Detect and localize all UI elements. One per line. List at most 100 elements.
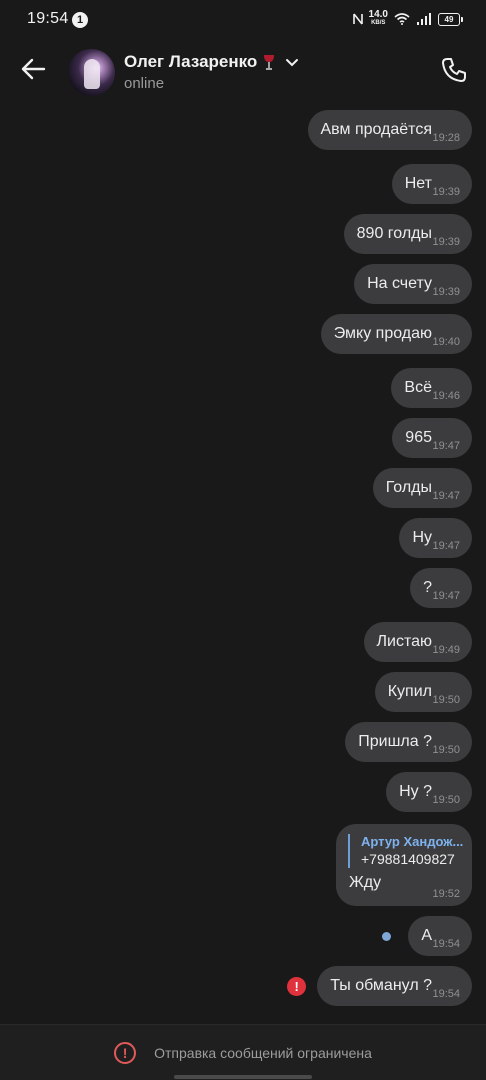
wifi-icon (394, 13, 410, 25)
message-bubble[interactable]: ? 19:47 (410, 568, 472, 608)
message-row-failed[interactable]: ! Ты обманул ? 19:54 (287, 966, 472, 1006)
message-bubble[interactable]: Нет 19:39 (391, 164, 472, 204)
message-bubble[interactable]: Ты обманул ? 19:54 (317, 966, 472, 1006)
avatar[interactable] (68, 49, 115, 96)
message-time: 19:49 (432, 644, 460, 656)
message-row[interactable]: Голды 19:47 (372, 468, 472, 508)
status-icons: 14.0 KB/S 49 (352, 9, 463, 27)
message-text: Ты обманул ? (330, 977, 432, 994)
restriction-bar: ! Отправка сообщений ограничена (0, 1024, 486, 1080)
message-row[interactable]: 890 голды 19:39 (343, 214, 472, 254)
network-speed: 14.0 KB/S (368, 9, 388, 27)
message-time: 19:47 (432, 590, 460, 602)
message-row[interactable]: Нет 19:39 (391, 164, 472, 204)
message-time: 19:39 (432, 286, 460, 298)
contact-name-text: Олег Лазаренко (124, 52, 258, 71)
message-text: Листаю (376, 633, 432, 650)
message-bubble[interactable]: Всё 19:46 (391, 368, 472, 408)
message-text: Всё (404, 379, 432, 396)
message-time: 19:50 (432, 744, 460, 756)
status-time: 19:54 (27, 10, 69, 27)
message-bubble[interactable]: Ну 19:47 (399, 518, 472, 558)
message-row[interactable]: Листаю 19:49 (363, 622, 472, 662)
reply-quote-author: Артур Хандож... (361, 834, 464, 849)
message-bubble[interactable]: Листаю 19:49 (363, 622, 472, 662)
call-button[interactable] (436, 52, 472, 88)
message-time: 19:50 (432, 794, 460, 806)
message-row[interactable]: Пришла ? 19:50 (345, 722, 472, 762)
message-bubble[interactable]: Ну ? 19:50 (386, 772, 472, 812)
chevron-down-icon[interactable] (285, 57, 299, 67)
message-text: На счету (367, 275, 432, 292)
message-text: Пришла ? (358, 733, 432, 750)
message-text: 965 (405, 429, 432, 446)
message-bubble[interactable]: На счету 19:39 (354, 264, 472, 304)
chat-header: Олег Лазаренко online (0, 40, 486, 104)
message-text: ? (423, 579, 432, 596)
message-time: 19:47 (432, 440, 460, 452)
message-text: Ну (412, 529, 432, 546)
message-row[interactable]: ? 19:47 (410, 568, 472, 608)
message-bubble[interactable]: Пришла ? 19:50 (345, 722, 472, 762)
message-time: 19:28 (432, 132, 460, 144)
reply-quote[interactable]: Артур Хандож... +79881409827 (348, 834, 463, 868)
warning-icon: ! (114, 1042, 137, 1064)
message-text: Нет (404, 175, 432, 192)
message-bubble[interactable]: Купил 19:50 (374, 672, 472, 712)
phone-icon (442, 58, 466, 82)
message-row[interactable]: Всё 19:46 (391, 368, 472, 408)
message-bubble[interactable]: 965 19:47 (392, 418, 472, 458)
message-time: 19:40 (432, 336, 460, 348)
message-time: 19:54 (432, 988, 460, 1000)
notification-badge: 1 (72, 12, 88, 28)
message-row[interactable]: Ну 19:47 (399, 518, 472, 558)
unread-indicator (382, 931, 392, 941)
message-time: 19:46 (432, 390, 460, 402)
message-time: 19:47 (432, 540, 460, 552)
send-error-icon[interactable]: ! (287, 976, 307, 996)
reply-message-bubble[interactable]: Артур Хандож... +79881409827 Жду 19:52 (336, 824, 472, 906)
network-speed-value: 14.0 (368, 9, 388, 20)
message-time: 19:39 (432, 186, 460, 198)
message-text: А (421, 927, 432, 944)
message-row[interactable]: Авм продаётся 19:28 (307, 110, 472, 150)
battery-icon: 49 (438, 12, 463, 26)
status-bar: 19:54 1 14.0 KB/S 49 (0, 0, 486, 40)
message-row[interactable]: Купил 19:50 (374, 672, 472, 712)
contact-name[interactable]: Олег Лазаренко (124, 52, 299, 72)
message-row[interactable]: 965 19:47 (392, 418, 472, 458)
message-time: 19:50 (432, 694, 460, 706)
message-row-unread[interactable]: А 19:54 (382, 916, 472, 956)
message-time: 19:54 (432, 938, 460, 950)
message-time: 19:39 (432, 236, 460, 248)
message-text: Авм продаётся (320, 121, 433, 138)
message-text: Голды (385, 479, 432, 496)
message-row[interactable]: Эмку продаю 19:40 (320, 314, 472, 354)
contact-status: online (124, 75, 165, 92)
message-row[interactable]: На счету 19:39 (354, 264, 472, 304)
signal-icon (417, 13, 431, 25)
wine-glass-icon (264, 55, 275, 70)
message-bubble[interactable]: Авм продаётся 19:28 (307, 110, 472, 150)
message-text: Купил (387, 683, 432, 700)
message-row-reply[interactable]: Артур Хандож... +79881409827 Жду 19:52 (336, 824, 472, 906)
message-text: Ну ? (399, 783, 432, 800)
network-speed-unit: KB/S (371, 20, 386, 26)
chat-screen: 19:54 1 14.0 KB/S 49 Олег Лазаренко onli… (0, 0, 486, 1080)
message-list[interactable]: Авм продаётся 19:28 Нет 19:39 890 голды … (0, 104, 486, 1024)
message-time: 19:52 (432, 888, 460, 900)
message-row[interactable]: Ну ? 19:50 (386, 772, 472, 812)
message-text: Жду (349, 874, 382, 891)
message-bubble[interactable]: Эмку продаю 19:40 (320, 314, 472, 354)
message-bubble[interactable]: А 19:54 (408, 916, 472, 956)
message-time: 19:47 (432, 490, 460, 502)
home-indicator[interactable] (174, 1075, 312, 1079)
nfc-icon (352, 13, 363, 25)
reply-quote-text: +79881409827 (361, 851, 455, 867)
message-bubble[interactable]: 890 голды 19:39 (343, 214, 472, 254)
message-bubble[interactable]: Голды 19:47 (372, 468, 472, 508)
message-text: Эмку продаю (333, 325, 432, 342)
message-text: 890 голды (356, 225, 432, 242)
back-button[interactable] (14, 50, 52, 88)
arrow-left-icon (21, 58, 46, 80)
